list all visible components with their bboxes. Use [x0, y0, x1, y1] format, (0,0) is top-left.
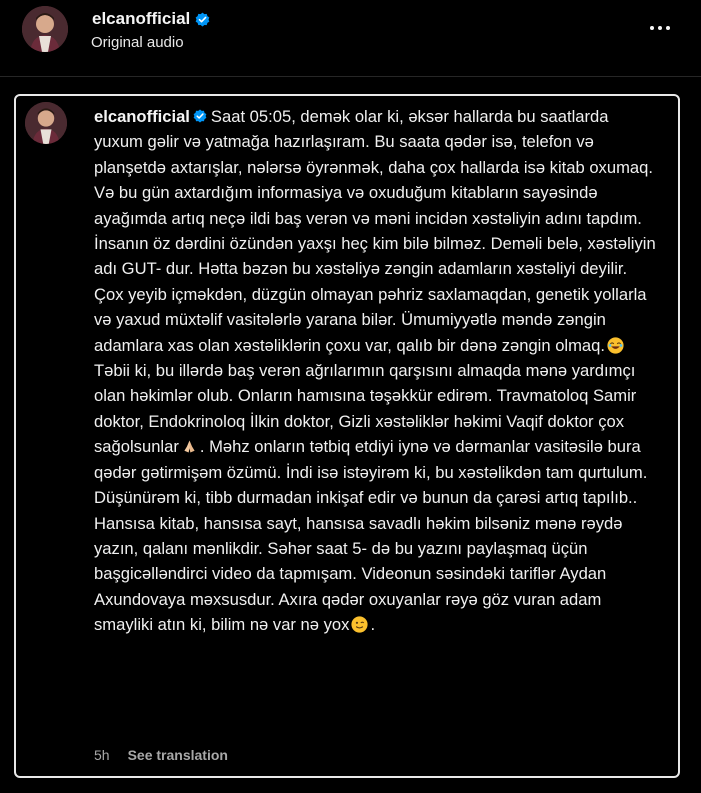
- post-author-username[interactable]: elcanofficial: [92, 9, 190, 29]
- caption-username[interactable]: elcanofficial: [94, 107, 190, 126]
- post-time: 5h: [94, 747, 110, 763]
- avatar-image: [22, 6, 68, 52]
- see-translation-button[interactable]: See translation: [128, 747, 228, 763]
- winking-emoji-icon: [351, 616, 369, 633]
- caption-avatar[interactable]: [25, 102, 67, 144]
- caption-meta: 5h See translation: [94, 747, 228, 763]
- verified-badge-icon: [193, 109, 207, 123]
- caption-body-4: .: [370, 615, 376, 635]
- verified-badge-icon: [195, 12, 210, 26]
- caption-box: elcanofficial Saat 05:05, demək olar ki, …: [14, 94, 680, 778]
- audio-label[interactable]: Original audio: [91, 34, 184, 51]
- avatar-image: [25, 102, 67, 144]
- caption-body-1: Saat 05:05, demək olar ki, əksər hallard…: [94, 107, 656, 355]
- more-options-icon[interactable]: [650, 18, 674, 38]
- caption-body-3: . Məhz onların tətbiq etdiyi iynə və dər…: [94, 437, 648, 635]
- post-header: elcanofficial Original audio: [0, 0, 701, 76]
- praying-hands-emoji-icon: [184, 440, 195, 453]
- header-divider: [0, 76, 701, 77]
- post-author-row: elcanofficial: [92, 9, 210, 29]
- caption-text: elcanofficial Saat 05:05, demək olar ki, …: [94, 104, 660, 638]
- laughing-emoji-icon: [607, 337, 624, 354]
- avatar[interactable]: [22, 6, 68, 52]
